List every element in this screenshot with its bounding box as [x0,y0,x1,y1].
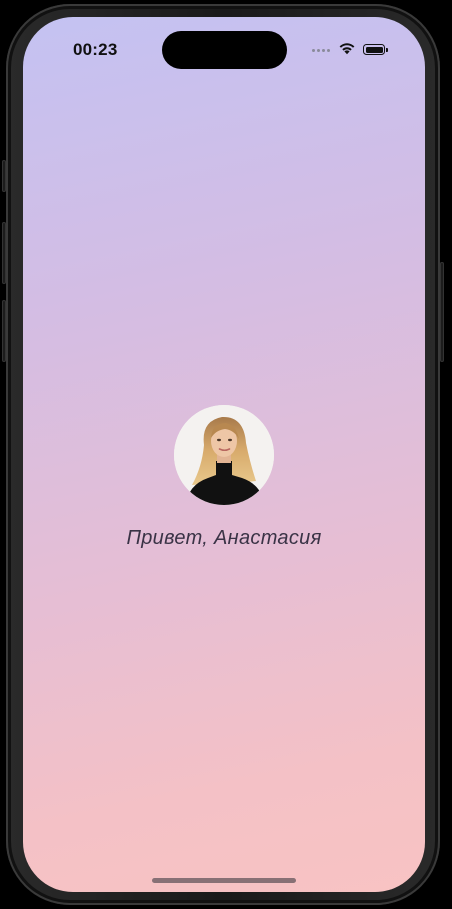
greeting-text: Привет, Анастасия [126,527,322,549]
action-button [2,160,6,192]
screen: 00:23 Привет, Анастасия [23,17,425,892]
dynamic-island [162,31,287,69]
power-button [440,262,444,362]
volume-down-button [2,300,6,362]
status-bar: 00:23 [23,17,425,77]
signal-dots-icon [312,47,334,53]
wifi-icon [339,43,355,55]
user-avatar [174,405,274,505]
status-time: 00:23 [73,40,118,59]
woman-portrait-icon [174,405,274,505]
battery-icon [363,44,388,55]
home-indicator[interactable] [152,878,296,883]
volume-up-button [2,222,6,284]
